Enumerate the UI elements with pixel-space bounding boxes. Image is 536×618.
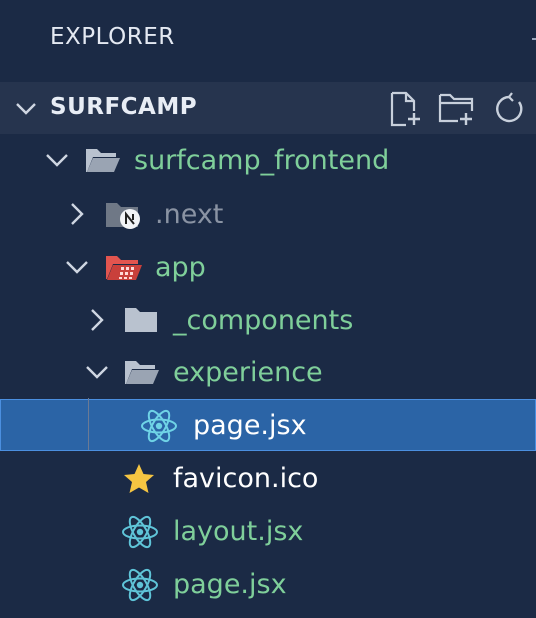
- chevron-right-icon[interactable]: [64, 201, 90, 231]
- refresh-icon[interactable]: [490, 90, 528, 128]
- tree-item-next[interactable]: .next: [0, 188, 536, 240]
- tree-item-app[interactable]: app: [0, 241, 536, 293]
- folder-open-icon: [123, 357, 161, 391]
- star-icon: [122, 462, 156, 500]
- tree-item-experience[interactable]: experience: [0, 346, 536, 398]
- folder-icon: [123, 305, 161, 339]
- tree-item-label: app: [155, 252, 206, 283]
- chevron-down-icon[interactable]: [84, 359, 110, 389]
- chevron-down-icon[interactable]: [44, 147, 70, 177]
- new-file-icon[interactable]: [386, 90, 424, 128]
- tree-item-page-jsx[interactable]: page.jsx: [0, 558, 536, 610]
- nextjs-folder-icon: [104, 199, 144, 235]
- tree-item-label: page.jsx: [193, 410, 307, 441]
- react-icon: [121, 568, 159, 606]
- explorer-title: EXPLORER: [50, 24, 175, 50]
- chevron-down-icon[interactable]: [14, 96, 38, 124]
- chevron-down-icon[interactable]: [64, 254, 90, 284]
- tree-item-label: surfcamp_frontend: [134, 145, 390, 176]
- tree-item-label: layout.jsx: [173, 516, 304, 547]
- tree-item-components[interactable]: _components: [0, 294, 536, 346]
- new-folder-icon[interactable]: [438, 90, 476, 128]
- tree-item-favicon[interactable]: favicon.ico: [0, 452, 536, 504]
- tree-item-layout-jsx[interactable]: layout.jsx: [0, 505, 536, 557]
- react-icon: [121, 515, 159, 553]
- tree-item-surfcamp-frontend[interactable]: surfcamp_frontend: [0, 134, 536, 186]
- chevron-right-icon[interactable]: [84, 307, 110, 337]
- folder-open-icon: [84, 145, 122, 179]
- indent-guide: [88, 398, 89, 450]
- tree-item-label: .next: [155, 199, 224, 230]
- explorer-header: EXPLORER: [0, 0, 536, 82]
- workspace-section-header[interactable]: SURFCAMP: [0, 82, 536, 134]
- more-actions-icon[interactable]: [532, 38, 536, 40]
- tree-item-label: _components: [173, 305, 354, 336]
- tree-item-experience-page-jsx[interactable]: page.jsx: [0, 399, 536, 451]
- tree-item-label: favicon.ico: [173, 463, 319, 494]
- section-actions: [386, 90, 528, 128]
- tree-item-label: page.jsx: [173, 569, 287, 600]
- react-icon: [140, 409, 178, 447]
- tree-item-label: experience: [173, 357, 323, 388]
- app-folder-icon: [104, 252, 144, 288]
- workspace-title: SURFCAMP: [50, 94, 198, 120]
